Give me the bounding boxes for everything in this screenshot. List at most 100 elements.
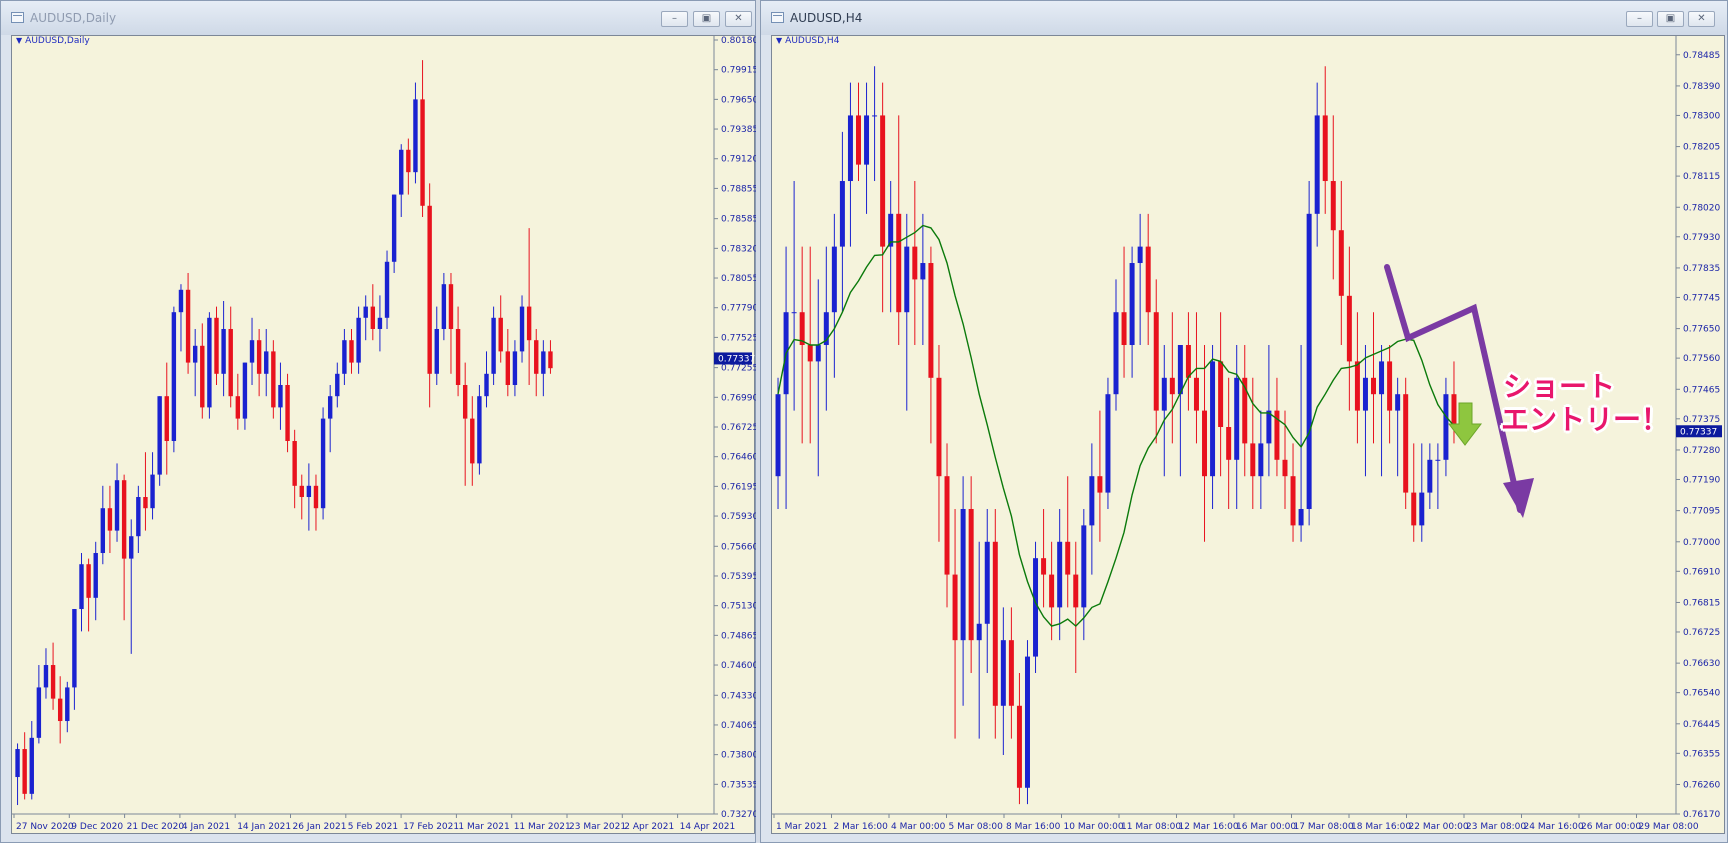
bearish-candle	[57, 698, 63, 722]
price-tick-label: 0.79385	[721, 125, 756, 135]
bullish-candle	[114, 480, 120, 531]
bullish-candle	[775, 394, 781, 477]
close-button[interactable]: ✕	[725, 11, 752, 27]
chart-window-daily[interactable]: AUDUSD,Daily – ▣ ✕ ▼ AUDUSD,Daily 0.80180…	[0, 0, 756, 843]
bullish-candle	[441, 284, 447, 329]
price-tick-label: 0.76725	[1683, 628, 1720, 638]
bullish-candle	[399, 149, 404, 195]
price-tick-label: 0.76540	[1683, 689, 1720, 699]
bullish-candle	[278, 384, 283, 408]
bearish-candle	[1282, 459, 1288, 477]
bearish-candle	[22, 749, 27, 794]
window-titlebar-daily[interactable]: AUDUSD,Daily – ▣ ✕	[1, 1, 755, 35]
bullish-candle	[1443, 394, 1449, 460]
bearish-candle	[1354, 361, 1360, 411]
price-tick-label: 0.76260	[1683, 780, 1720, 790]
time-tick-label: 14 Apr 2021	[680, 822, 736, 832]
bullish-candle	[791, 312, 797, 314]
minimize-button[interactable]: –	[1626, 11, 1653, 27]
bearish-candle	[1250, 443, 1256, 477]
bullish-candle	[1298, 508, 1304, 526]
price-tick-label: 0.80180	[721, 36, 756, 46]
annotation-line-2: エントリー！	[1501, 403, 1670, 436]
price-tick-label: 0.78300	[1683, 111, 1720, 121]
time-tick-label: 4 Jan 2021	[182, 822, 230, 832]
price-tick-label: 0.75130	[721, 602, 756, 612]
chart-area-daily[interactable]: ▼ AUDUSD,Daily 0.80180 0.79915 0.79650 0.793…	[11, 35, 756, 835]
bullish-candle	[519, 306, 525, 352]
bearish-candle	[1065, 541, 1071, 575]
price-tick-label: 0.73535	[721, 780, 756, 790]
bullish-candle	[1258, 443, 1264, 477]
bullish-candle	[920, 263, 926, 280]
time-tick-label: 23 Mar 2021	[569, 822, 626, 832]
bullish-candle	[1081, 525, 1087, 608]
bearish-candle	[1202, 410, 1208, 477]
bullish-candle	[320, 418, 326, 509]
bearish-candle	[936, 377, 942, 477]
time-tick-label: 5 Feb 2021	[348, 822, 398, 832]
minimize-icon: –	[672, 13, 677, 24]
minimize-button[interactable]: –	[661, 11, 688, 27]
price-tick-label: 0.75395	[721, 572, 756, 582]
bullish-candle	[434, 328, 439, 374]
time-tick-label: 17 Mar 08:00	[1294, 822, 1354, 832]
bullish-candle	[831, 246, 837, 313]
bearish-candle	[1346, 295, 1352, 362]
price-tick-label: 0.74865	[721, 631, 756, 641]
bearish-candle	[1097, 476, 1103, 493]
time-tick-label: 27 Nov 2020	[16, 822, 74, 832]
window-titlebar-h4[interactable]: AUDUSD,H4 – ▣ ✕	[761, 1, 1727, 35]
bearish-candle	[256, 340, 262, 374]
bullish-candle	[1306, 213, 1312, 509]
bullish-candle	[864, 115, 870, 165]
bullish-candle	[157, 396, 162, 475]
bearish-candle	[1371, 377, 1377, 395]
price-tick-label: 0.73800	[721, 751, 756, 761]
bearish-candle	[406, 149, 411, 173]
price-tick-label: 0.78055	[721, 274, 756, 284]
bullish-candle	[43, 665, 49, 688]
bearish-candle	[349, 340, 354, 363]
bullish-candle	[413, 99, 418, 173]
bearish-candle	[292, 441, 297, 486]
bullish-candle	[1435, 459, 1441, 461]
bullish-candle	[1234, 377, 1240, 460]
window-title-daily: AUDUSD,Daily	[30, 11, 117, 25]
bullish-candle	[847, 115, 853, 182]
bullish-candle	[512, 351, 518, 385]
candlestick-chart-daily[interactable]: 0.80180 0.79915 0.79650 0.79385 0.79120 0.788…	[12, 36, 756, 835]
time-tick-label: 17 Feb 2021	[403, 822, 459, 832]
bearish-candle	[1145, 246, 1151, 313]
price-tick-label: 0.76815	[1683, 598, 1720, 608]
restore-button[interactable]: ▣	[1657, 11, 1684, 27]
bearish-candle	[548, 351, 553, 369]
price-tick-label: 0.78115	[1683, 172, 1720, 182]
price-tick-label: 0.78020	[1683, 203, 1720, 213]
bullish-candle	[242, 362, 248, 419]
price-tick-label: 0.77525	[721, 333, 756, 343]
bullish-candle	[541, 351, 546, 374]
bearish-candle	[121, 480, 127, 559]
restore-button[interactable]: ▣	[693, 11, 720, 27]
bullish-candle	[839, 181, 845, 247]
bullish-candle	[207, 317, 212, 408]
price-tick-label: 0.76630	[1683, 659, 1720, 669]
bullish-candle	[491, 317, 496, 374]
price-tick-label: 0.77095	[1683, 507, 1720, 517]
bearish-candle	[928, 263, 934, 378]
time-tick-label: 12 Mar 16:00	[1179, 822, 1239, 832]
price-tick-label: 0.77465	[1683, 385, 1720, 395]
bearish-candle	[952, 574, 958, 641]
price-tick-label: 0.77375	[1683, 415, 1720, 425]
price-tick-label: 0.77000	[1683, 538, 1720, 548]
bearish-candle	[505, 351, 511, 385]
bearish-candle	[1008, 640, 1014, 706]
bearish-candle	[1403, 394, 1409, 493]
bullish-candle	[29, 737, 34, 794]
price-tick-label: 0.77280	[1683, 446, 1720, 456]
bearish-candle	[420, 99, 425, 206]
bullish-candle	[36, 687, 42, 738]
bearish-candle	[185, 289, 191, 363]
close-button[interactable]: ✕	[1688, 11, 1715, 27]
